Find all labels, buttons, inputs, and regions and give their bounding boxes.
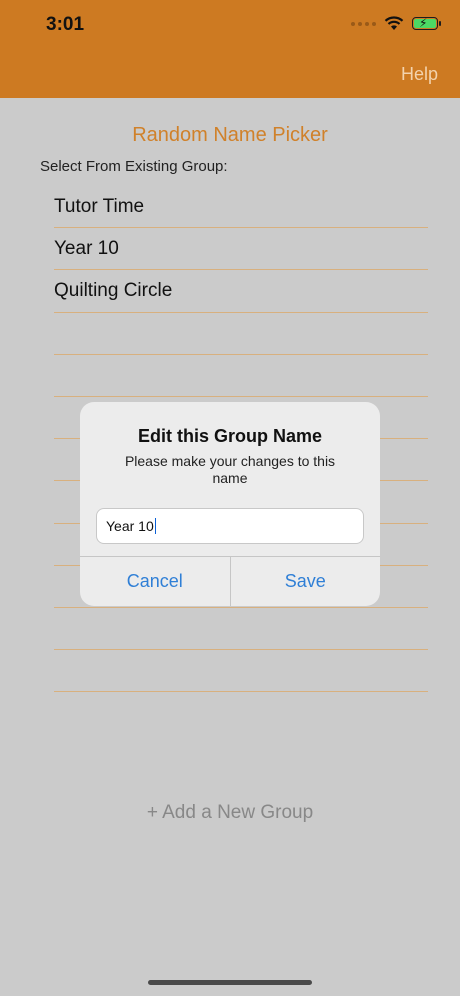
home-indicator[interactable] — [148, 980, 312, 985]
wifi-icon — [384, 16, 404, 30]
help-button[interactable]: Help — [401, 64, 438, 85]
header-bar: 3:01 ⚡ Help — [0, 0, 460, 98]
group-row[interactable]: Year 10 — [54, 228, 428, 271]
group-row[interactable] — [54, 313, 428, 355]
status-icons: ⚡ — [351, 16, 441, 31]
page-title: Random Name Picker — [132, 124, 328, 146]
add-new-group-button[interactable]: + Add a New Group — [0, 802, 460, 824]
dialog-message: Please make your changes to this name — [124, 453, 336, 486]
edit-group-dialog: Edit this Group Name Please make your ch… — [80, 402, 380, 606]
status-time: 3:01 — [46, 14, 85, 35]
group-name-input[interactable]: Year 10 — [96, 508, 364, 544]
group-row[interactable] — [54, 355, 428, 397]
cellular-dots-icon — [351, 21, 376, 26]
group-row[interactable] — [54, 650, 428, 693]
battery-charging-icon: ⚡ — [412, 16, 441, 30]
group-row[interactable]: Quilting Circle — [54, 270, 428, 313]
save-button[interactable]: Save — [229, 557, 381, 606]
group-row[interactable] — [54, 608, 428, 651]
group-name-input-value: Year 10 — [106, 518, 154, 534]
text-cursor — [154, 518, 157, 534]
group-row[interactable]: Tutor Time — [54, 186, 428, 229]
cancel-button[interactable]: Cancel — [80, 557, 230, 606]
dialog-title: Edit this Group Name — [137, 426, 323, 446]
dialog-actions: Cancel Save — [80, 556, 380, 606]
select-group-label: Select From Existing Group: — [40, 158, 228, 175]
